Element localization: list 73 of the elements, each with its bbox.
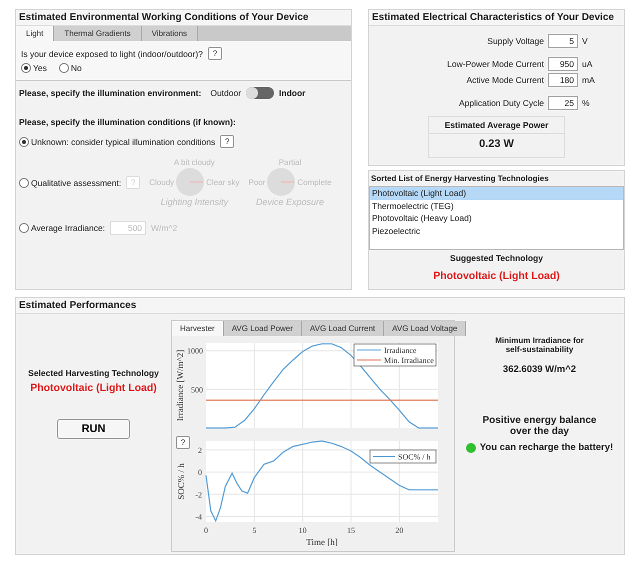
selected-label: Selected Harvesting Technology xyxy=(28,368,159,378)
list-title: Sorted List of Energy Harvesting Technologies xyxy=(370,173,550,185)
radio-button[interactable]: Yes xyxy=(21,63,47,73)
help-button[interactable]: ? xyxy=(220,135,234,148)
legend-box xyxy=(370,450,436,464)
tab[interactable]: Harvester xyxy=(172,321,224,336)
help-button[interactable]: ? xyxy=(208,47,222,60)
legend-line xyxy=(372,456,396,457)
axis-label: Irradiance [W/m^2] xyxy=(175,350,185,422)
axis-label: Time [h] xyxy=(306,537,338,546)
field-label: Application Duty Cycle xyxy=(458,98,544,108)
tick-label: 10 xyxy=(298,526,307,535)
suggested-value: Photovoltaic (Light Load) xyxy=(432,270,561,282)
field-label: Supply Voltage xyxy=(487,36,544,46)
question-label: Is your device exposed to light (indoor/outdoor)? xyxy=(21,48,203,58)
result-value: 362.6039 W/m^2 xyxy=(502,364,576,375)
result-value: 0.23 W xyxy=(478,137,515,152)
tick-label: -2 xyxy=(195,490,202,500)
list-item[interactable]: Photovoltaic (Light Load) xyxy=(370,187,623,200)
result-label: Minimum Irradiance for self-sustainability xyxy=(494,336,585,354)
list-item[interactable]: Piezoelectric xyxy=(370,224,623,237)
tab[interactable]: Light xyxy=(16,26,54,41)
tick-label: 0 xyxy=(198,468,202,478)
radio-button[interactable]: Qualitative assessment: xyxy=(19,178,122,188)
tick-label: 500 xyxy=(191,385,203,394)
status-message: You can recharge the battery! xyxy=(480,442,614,453)
list-item[interactable]: Photovoltaic (Heavy Load) xyxy=(370,212,623,224)
tick-label: 20 xyxy=(395,526,404,535)
tick-label: 15 xyxy=(347,526,355,535)
input-field[interactable]: 5 xyxy=(548,34,578,48)
rotary-knob[interactable] xyxy=(175,167,206,197)
tick-label: 5 xyxy=(252,526,256,535)
panel-title: Estimated Environmental Working Conditions of Your Device xyxy=(16,10,351,26)
tab[interactable]: Thermal Gradients xyxy=(54,26,142,41)
input-field[interactable]: 180 xyxy=(548,73,578,87)
tab[interactable]: AVG Load Current xyxy=(302,321,384,336)
switch-label: Outdoor xyxy=(210,88,242,98)
input-field[interactable]: 950 xyxy=(548,57,578,71)
switch-label: Indoor xyxy=(279,88,306,98)
balance-message: Positive energy balance over the day xyxy=(482,415,598,437)
tick-label: 2 xyxy=(198,446,202,455)
input-field[interactable]: 25 xyxy=(548,96,578,110)
panel-title: Estimated Electrical Characteristics of Your Device xyxy=(369,10,624,26)
unit-label: mA xyxy=(582,75,594,85)
list-item[interactable]: Thermoelectric (TEG) xyxy=(370,200,623,212)
toggle-switch[interactable] xyxy=(246,87,274,99)
tick-label: -4 xyxy=(195,512,202,522)
tick-label: 1000 xyxy=(187,346,203,356)
tick-label: 0 xyxy=(204,526,208,535)
radio-button[interactable]: Average Irradiance: xyxy=(19,223,106,233)
result-label: Estimated Average Power xyxy=(429,117,564,134)
section-label: Please, specify the illumination conditions (if known): xyxy=(19,117,237,127)
field-label: Low-Power Mode Current xyxy=(447,59,544,69)
legend-label: SOC% / h xyxy=(398,452,430,462)
legend-label: Irradiance xyxy=(384,346,416,355)
selected-value: Photovoltaic (Light Load) xyxy=(30,382,157,394)
tab[interactable]: AVG Load Power xyxy=(224,321,302,336)
run-button[interactable]: RUN xyxy=(57,419,130,439)
unit-label: V xyxy=(582,36,589,46)
axis-label: SOC% / h xyxy=(176,463,186,500)
radio-button[interactable]: No xyxy=(58,63,82,73)
legend-label: Min. Irradiance xyxy=(384,356,434,365)
section-label: Please, specify the illumination environment: xyxy=(19,88,202,98)
field-label: Active Mode Current xyxy=(466,75,544,85)
unit-label: uA xyxy=(582,59,594,69)
help-button[interactable]: ? xyxy=(176,436,190,449)
radio-button[interactable]: Unknown: consider typical illumination conditions xyxy=(19,136,216,146)
suggested-label: Suggested Technology xyxy=(449,253,544,263)
tab[interactable]: Vibrations xyxy=(142,26,198,41)
rotary-knob[interactable] xyxy=(266,167,296,197)
panel-title: Estimated Performances xyxy=(16,298,624,314)
tab[interactable]: AVG Load Voltage xyxy=(384,321,466,336)
unit-label: % xyxy=(582,98,591,108)
